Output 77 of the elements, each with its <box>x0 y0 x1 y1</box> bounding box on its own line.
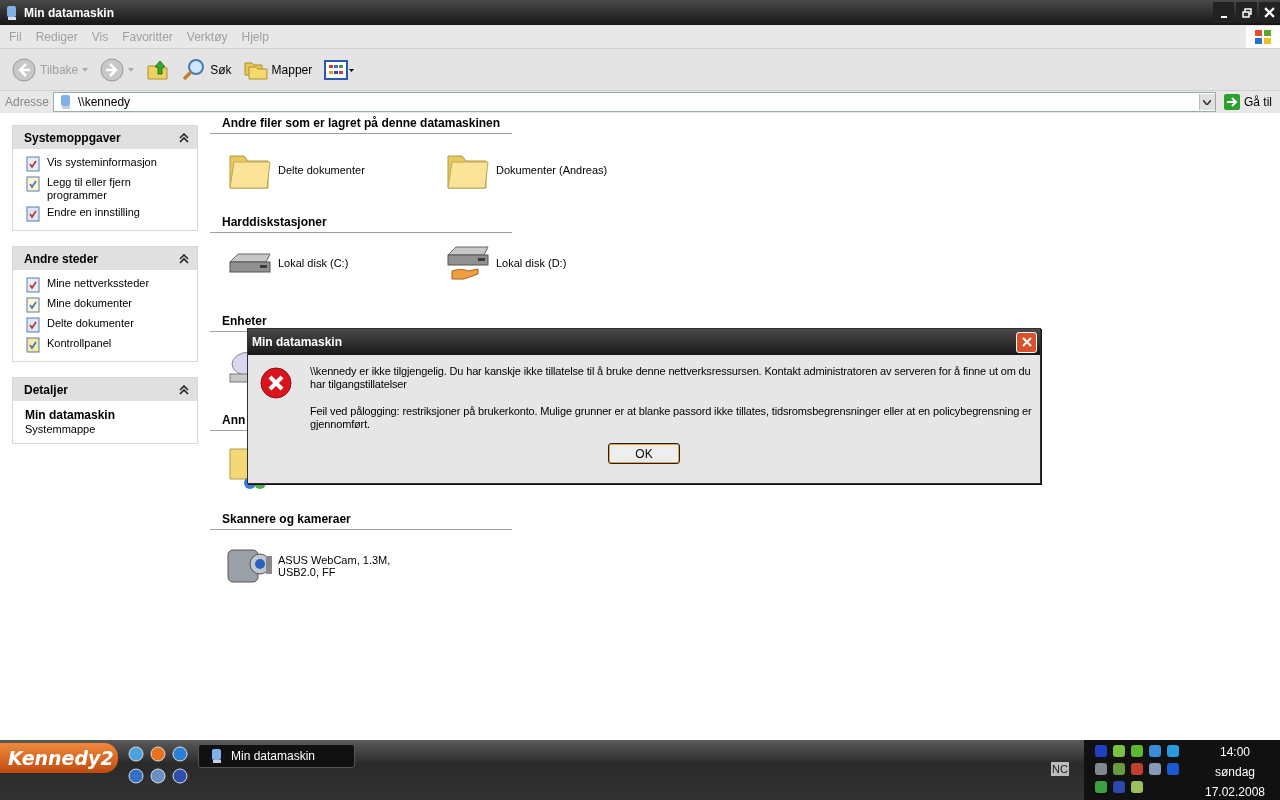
error-message: \\kennedy er ikke tilgjengelig. Du har kanskje ikke tillatelse til å bruke denne nettverksressursen. Kontakt administratoren av serveren for å finne ut om du har tilgangstillatelser <box>310 365 1032 391</box>
task-link[interactable]: Endre en innstilling <box>47 206 140 219</box>
tray-icon[interactable] <box>1094 762 1108 776</box>
quick-launch-icon[interactable] <box>150 768 166 784</box>
item-label[interactable]: Dokumenter (Andreas) <box>496 164 651 176</box>
tray-icon[interactable] <box>1148 762 1162 776</box>
tray-icon[interactable] <box>1130 744 1144 758</box>
language-indicator[interactable]: NC <box>1051 762 1069 776</box>
chevron-icon <box>179 253 189 264</box>
error-icon <box>260 367 292 399</box>
chevron-icon <box>179 384 189 395</box>
views-grid-icon <box>324 58 355 81</box>
shared-hard-drive-icon <box>444 245 492 281</box>
address-label: Adresse <box>5 95 50 109</box>
tray-icon[interactable] <box>1148 744 1162 758</box>
go-button[interactable]: Gå til <box>1220 94 1278 110</box>
restore-button[interactable] <box>1236 2 1257 23</box>
minimize-icon <box>1220 15 1227 18</box>
panel-header[interactable]: Detaljer <box>13 378 197 401</box>
quick-launch-icon[interactable] <box>128 746 144 762</box>
detail-title: Min datamaskin <box>25 408 117 422</box>
taskbar-button[interactable]: Min datamaskin <box>198 744 355 768</box>
tray-icon[interactable] <box>1130 780 1144 794</box>
folders-button[interactable]: Mapper <box>239 55 317 84</box>
chevron-icon <box>179 132 189 143</box>
section-heading: Enheter <box>222 314 267 328</box>
task-link[interactable]: Legg til eller fjern programmer <box>47 176 189 202</box>
restore-icon <box>1241 7 1252 18</box>
section-heading: Andre filer som er lagret på denne datamaskinen <box>222 116 501 130</box>
arrow-icon <box>1224 94 1240 110</box>
search-button[interactable]: Søk <box>178 55 236 84</box>
tray-icon[interactable] <box>1112 744 1126 758</box>
hard-drive-icon <box>226 252 274 274</box>
close-button[interactable] <box>1016 331 1037 353</box>
ok-button[interactable]: OK <box>608 443 680 464</box>
minimize-button[interactable] <box>1213 2 1234 23</box>
panel-header[interactable]: Systemoppgaver <box>13 126 197 149</box>
document-icon <box>25 317 41 333</box>
task-link[interactable]: Mine dokumenter <box>47 297 132 310</box>
clock-day: søndag <box>1215 765 1255 779</box>
document-icon <box>25 156 41 172</box>
clock-time: 14:00 <box>1220 745 1250 759</box>
document-icon <box>25 277 41 293</box>
caret-icon <box>128 67 135 72</box>
task-link[interactable]: Delte dokumenter <box>47 317 134 330</box>
item-label[interactable]: Lokal disk (C:) <box>278 257 433 269</box>
address-field[interactable]: \\kennedy <box>53 92 1216 112</box>
search-icon <box>182 57 207 82</box>
section-heading: Ann <box>222 413 246 427</box>
dialog-title: Min datamaskin <box>252 335 343 349</box>
close-button[interactable] <box>1259 2 1280 23</box>
tray-icon[interactable] <box>1094 780 1108 794</box>
task-link[interactable]: Vis systeminformasjon <box>47 156 157 169</box>
document-icon <box>25 206 41 222</box>
close-icon <box>1264 7 1275 18</box>
tray-icon[interactable] <box>1166 744 1180 758</box>
quick-launch-icon[interactable] <box>150 746 166 762</box>
item-label[interactable]: Lokal disk (D:) <box>496 257 651 269</box>
quick-launch-icon[interactable] <box>172 746 188 762</box>
tray-icon[interactable] <box>1112 762 1126 776</box>
window-title: Min datamaskin <box>24 5 115 20</box>
section-heading: Harddiskstasjoner <box>222 215 327 229</box>
item-label[interactable]: Delte dokumenter <box>278 164 433 176</box>
clock-date: 17.02.2008 <box>1204 785 1266 799</box>
task-link[interactable]: Mine nettverkssteder <box>47 277 150 290</box>
start-button[interactable]: Kennedy2 <box>0 743 118 773</box>
error-message: Feil ved pålogging: restriksjoner på brukerkonto. Mulige grunner er at blanke passord ikke tillates, tidsromsbegrensninger eller at en policybegrensning er gjennomført. <box>310 405 1033 431</box>
item-label[interactable]: ASUS WebCam, 1.3M, USB2.0, FF <box>278 554 433 578</box>
flag-logo-icon <box>1246 25 1280 48</box>
quick-launch-icon[interactable] <box>172 768 188 784</box>
close-icon <box>1021 337 1032 347</box>
quick-launch-icon[interactable] <box>128 768 144 784</box>
caret-icon <box>82 67 89 72</box>
detail-text: Systemmappe <box>25 423 97 435</box>
section-heading: Skannere og kameraer <box>222 512 351 526</box>
panel-header[interactable]: Andre steder <box>13 247 197 270</box>
task-link[interactable]: Kontrollpanel <box>47 337 112 350</box>
